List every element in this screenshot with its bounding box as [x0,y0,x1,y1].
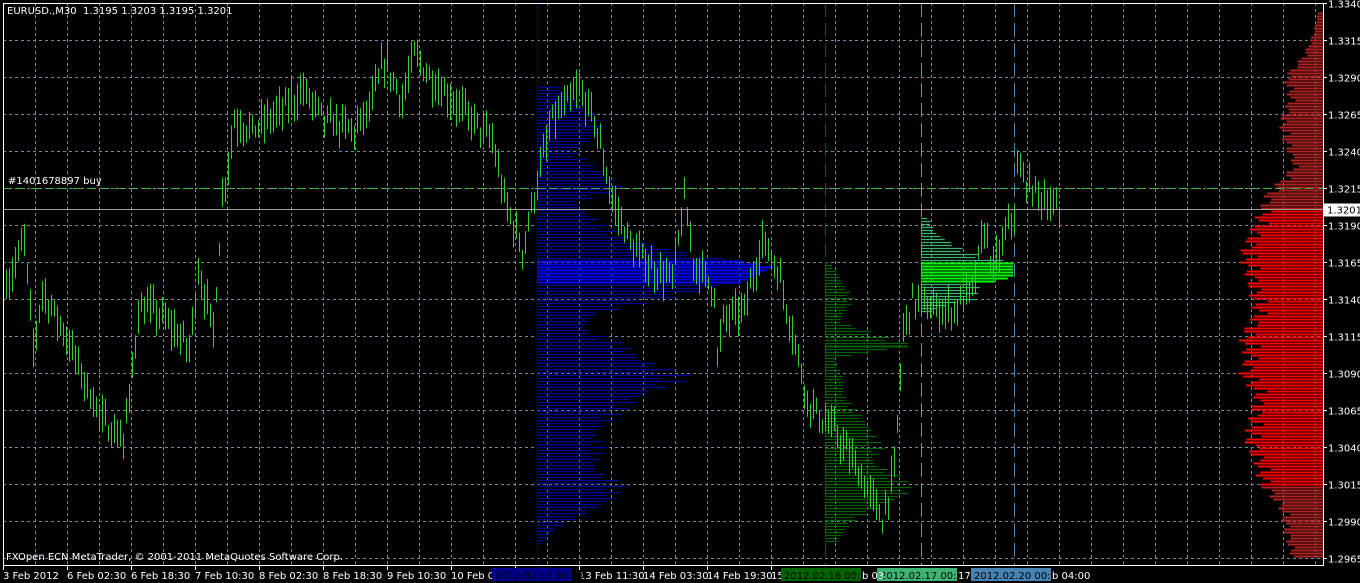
current-price-label: 1.3201 [1327,206,1360,217]
y-tick-label: 1.3315 [1328,37,1360,48]
y-tick-label: 1.2990 [1328,518,1360,529]
order-label[interactable]: #1401678897 buy [8,176,102,187]
y-tick-label: 1.2965 [1328,555,1360,566]
y-tick-label: 1.3040 [1328,444,1360,455]
y-tick-label: 1.3265 [1328,111,1360,122]
x-tick-label: 6 Feb 18:30 [131,571,190,582]
y-tick-label: 1.3090 [1328,370,1360,381]
x-tick-label: 14 Feb 19:30 [707,571,773,582]
x-tick-label: 6 Feb 02:30 [67,571,126,582]
y-tick-label: 1.3190 [1328,222,1360,233]
price-bars [6,39,1060,534]
y-tick-label: 1.3140 [1328,296,1360,307]
session-date-label: 2012.02.16 00:00 [784,571,873,582]
y-tick-label: 1.3065 [1328,407,1360,418]
session-date-label: 2012.02.20 00:00 [974,571,1063,582]
session-date-label: 2012.02.13 00:00 [495,571,584,582]
x-tick-label: b 03 [862,571,884,582]
y-tick-label: 1.3115 [1328,333,1360,344]
x-tick-label: b 04:00 [1052,571,1090,582]
x-tick-label: 8 Feb 18:30 [323,571,382,582]
y-tick-label: 1.3015 [1328,481,1360,492]
x-tick-label: 13 Feb 11:30 [579,571,645,582]
x-tick-label: 7 Feb 10:30 [195,571,254,582]
y-tick-label: 1.3290 [1328,74,1360,85]
y-tick-label: 1.3165 [1328,259,1360,270]
x-tick-label: 9 Feb 10:30 [387,571,446,582]
y-tick-label: 1.3340 [1328,0,1360,11]
level-lines [3,188,1323,210]
x-tick-label: 3 Feb 2012 [3,571,59,582]
x-tick-label: 14 Feb 03:30 [643,571,709,582]
price-axis[interactable]: 1.3340 1.3315 1.3290 1.3265 1.3240 1.3215 1.31… [1323,0,1360,566]
session-date-label: 2012.02.17 00:00 [880,571,969,582]
y-tick-label: 1.3240 [1328,148,1360,159]
time-axis[interactable]: 3 Feb 2012 6 Feb 02:30 6 Feb 18:30 7 Feb 10… [3,565,1090,582]
symbol-legend: EURUSD.,M30 1.3195 1.3203 1.3195 1.3201 [7,6,233,17]
x-tick-label: 8 Feb 02:30 [259,571,318,582]
y-tick-label: 1.3215 [1328,185,1360,196]
copyright-text: FXOpen ECN MetaTrader, © 2001-2011 MetaQ… [6,552,343,563]
price-chart[interactable]: 1.3340 1.3315 1.3290 1.3265 1.3240 1.3215 1.31… [0,0,1360,583]
x-tick-label: 17 [958,571,971,582]
